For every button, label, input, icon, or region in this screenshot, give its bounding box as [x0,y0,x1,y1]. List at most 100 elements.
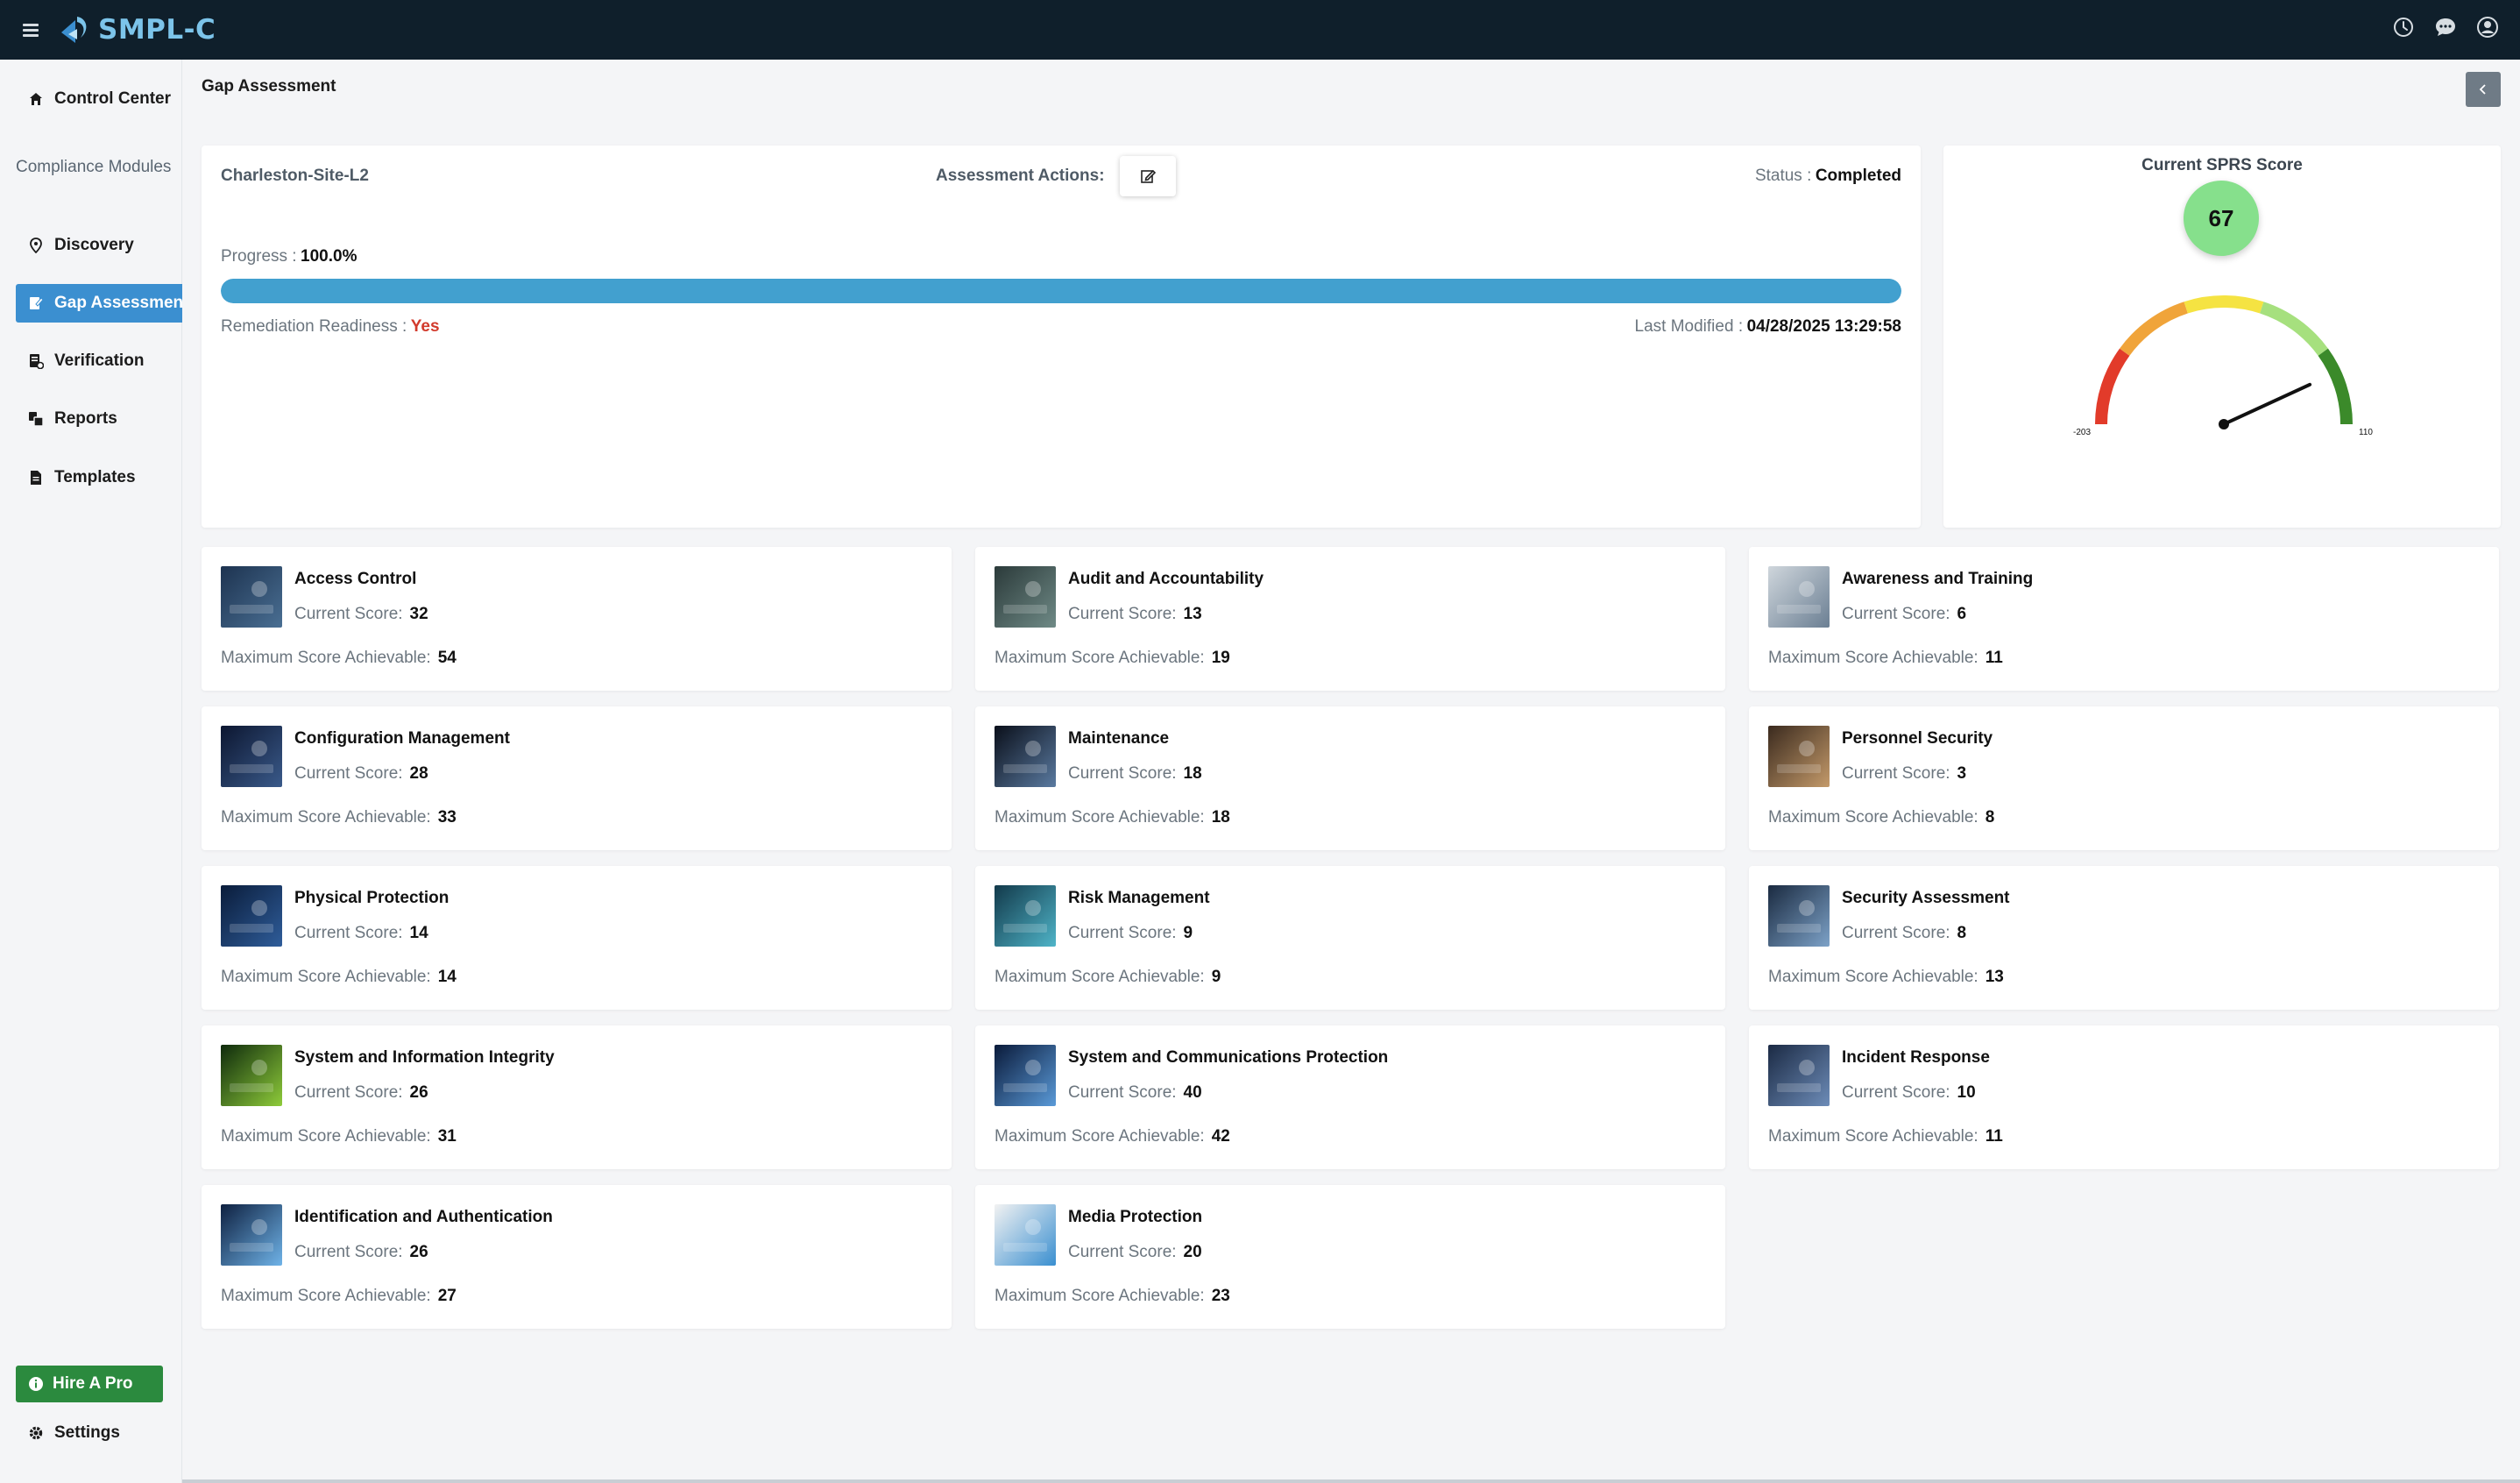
sprs-score-badge: 67 [2184,181,2259,256]
category-card-personnel-security[interactable]: Personnel Security Current Score: 3 Maximum… [1749,706,2499,850]
gauge-segment [2318,348,2353,425]
category-card-risk-management[interactable]: Risk Management Current Score: 9 Maximum Sc… [975,866,1725,1010]
category-max-score: Maximum Score Achievable: 27 [221,1287,457,1306]
category-name: Personnel Security [1842,729,1993,748]
category-max-score: Maximum Score Achievable: 19 [995,649,1230,668]
gear-icon [29,1426,43,1440]
assessment-summary-card: Charleston-Site-L2 Assessment Actions: S… [202,145,1921,528]
hire-a-pro-button[interactable]: Hire A Pro [16,1366,163,1402]
assessment-status: Status : Completed [1755,167,1901,186]
max-score-value: 11 [1985,649,2003,667]
edit-icon [1141,169,1157,183]
current-score-value: 18 [1183,764,1202,783]
history-icon[interactable] [2392,16,2415,39]
max-score-value: 11 [1985,1127,2003,1146]
location-pin-icon [30,238,42,253]
app-logo[interactable]: SMPL-C [58,9,216,51]
sidebar-item-label: Verification [54,351,145,370]
category-card-awareness-and-training[interactable]: Awareness and Training Current Score: 6 Max… [1749,547,2499,691]
document-icon [31,471,41,485]
status-label: Status : [1754,167,1812,185]
sidebar-item-discovery[interactable]: Discovery [28,226,134,265]
current-score-label: Current Score: [294,1243,403,1261]
category-card-identification-and-authentication[interactable]: Identification and Authentication Current… [202,1185,952,1329]
category-max-score: Maximum Score Achievable: 42 [995,1127,1230,1146]
current-score-value: 26 [409,1243,428,1261]
category-max-score: Maximum Score Achievable: 23 [995,1287,1230,1306]
current-score-value: 28 [409,764,428,783]
readiness-value: Yes [410,317,440,336]
logo-text: SMPL-C [98,14,216,46]
category-image [221,1045,282,1106]
category-name: System and Communications Protection [1068,1048,1389,1067]
category-name: System and Information Integrity [294,1048,555,1067]
category-max-score: Maximum Score Achievable: 8 [1768,808,1994,827]
user-account-icon[interactable] [2476,16,2499,39]
category-current-score: Current Score: 14 [294,924,428,943]
max-score-label: Maximum Score Achievable: [1768,968,1978,986]
chat-icon[interactable] [2434,16,2457,39]
max-score-value: 23 [1211,1287,1230,1305]
max-score-value: 14 [437,968,457,986]
home-icon [30,93,42,105]
max-score-label: Maximum Score Achievable: [995,649,1205,667]
current-score-label: Current Score: [1842,924,1950,942]
collapse-panel-button[interactable] [2466,72,2501,107]
category-name: Physical Protection [294,889,449,907]
gauge-segment [2095,348,2130,425]
progress-value: 100.0% [301,247,357,266]
category-current-score: Current Score: 28 [294,764,428,784]
assessment-site-name: Charleston-Site-L2 [221,167,369,185]
sidebar-item-settings[interactable]: Settings [28,1423,120,1443]
category-image [221,1204,282,1266]
max-score-label: Maximum Score Achievable: [995,1127,1205,1146]
category-image [995,1204,1056,1266]
category-card-maintenance[interactable]: Maintenance Current Score: 18 Maximum Score… [975,706,1725,850]
category-name: Security Assessment [1842,889,2010,907]
sidebar-item-control-center[interactable]: Control Center [28,80,171,118]
current-score-value: 32 [409,605,428,623]
category-card-incident-response[interactable]: Incident Response Current Score: 10 Maximum… [1749,1025,2499,1169]
category-card-security-assessment[interactable]: Security Assessment Current Score: 8 Maximu… [1749,866,2499,1010]
sprs-score-card: Current SPRS Score 67 -203 110 [1943,145,2501,528]
max-score-value: 33 [437,808,457,827]
sidebar-item-label: Control Center [54,89,171,108]
category-card-system-and-information-integrity[interactable]: System and Information Integrity Current … [202,1025,952,1169]
max-score-value: 31 [437,1127,457,1146]
gauge-segment [2259,302,2328,356]
category-max-score: Maximum Score Achievable: 31 [221,1127,457,1146]
category-current-score: Current Score: 8 [1842,924,1966,943]
edit-assessment-button[interactable] [1120,156,1176,196]
max-score-label: Maximum Score Achievable: [995,1287,1205,1305]
category-current-score: Current Score: 9 [1068,924,1193,943]
remediation-readiness: Remediation Readiness : Yes [221,317,440,337]
category-max-score: Maximum Score Achievable: 14 [221,968,457,987]
category-card-system-and-communications-protection[interactable]: System and Communications Protection Curr… [975,1025,1725,1169]
category-image [1768,726,1830,787]
category-image [221,726,282,787]
hamburger-menu-icon[interactable] [23,16,42,44]
category-current-score: Current Score: 26 [294,1243,428,1262]
category-card-access-control[interactable]: Access Control Current Score: 32 Maximum Sc… [202,547,952,691]
gauge-max-label: 110 [2359,428,2373,435]
sidebar-item-reports[interactable]: Reports [28,400,117,438]
current-score-value: 8 [1957,924,1967,942]
category-card-media-protection[interactable]: Media Protection Current Score: 20 Maximum … [975,1185,1725,1329]
max-score-value: 9 [1211,968,1221,986]
current-score-value: 6 [1957,605,1967,623]
sidebar-item-verification[interactable]: Verification [28,342,144,380]
sidebar-item-templates[interactable]: Templates [28,458,136,497]
status-value: Completed [1815,167,1901,185]
category-max-score: Maximum Score Achievable: 11 [1768,1127,2003,1146]
category-card-configuration-management[interactable]: Configuration Management Current Score: 28… [202,706,952,850]
max-score-label: Maximum Score Achievable: [995,968,1205,986]
max-score-value: 42 [1211,1127,1230,1146]
category-card-physical-protection[interactable]: Physical Protection Current Score: 14 Maxim… [202,866,952,1010]
sprs-gauge: -203 110 [2073,295,2373,435]
sidebar-item-label: Templates [54,468,136,486]
sidebar-item-gap-assessment[interactable]: Gap Assessment [16,284,182,323]
category-card-audit-and-accountability[interactable]: Audit and Accountability Current Score: 13… [975,547,1725,691]
chevron-left-icon [2479,84,2486,95]
current-score-label: Current Score: [1842,1083,1950,1102]
current-score-value: 3 [1957,764,1967,783]
